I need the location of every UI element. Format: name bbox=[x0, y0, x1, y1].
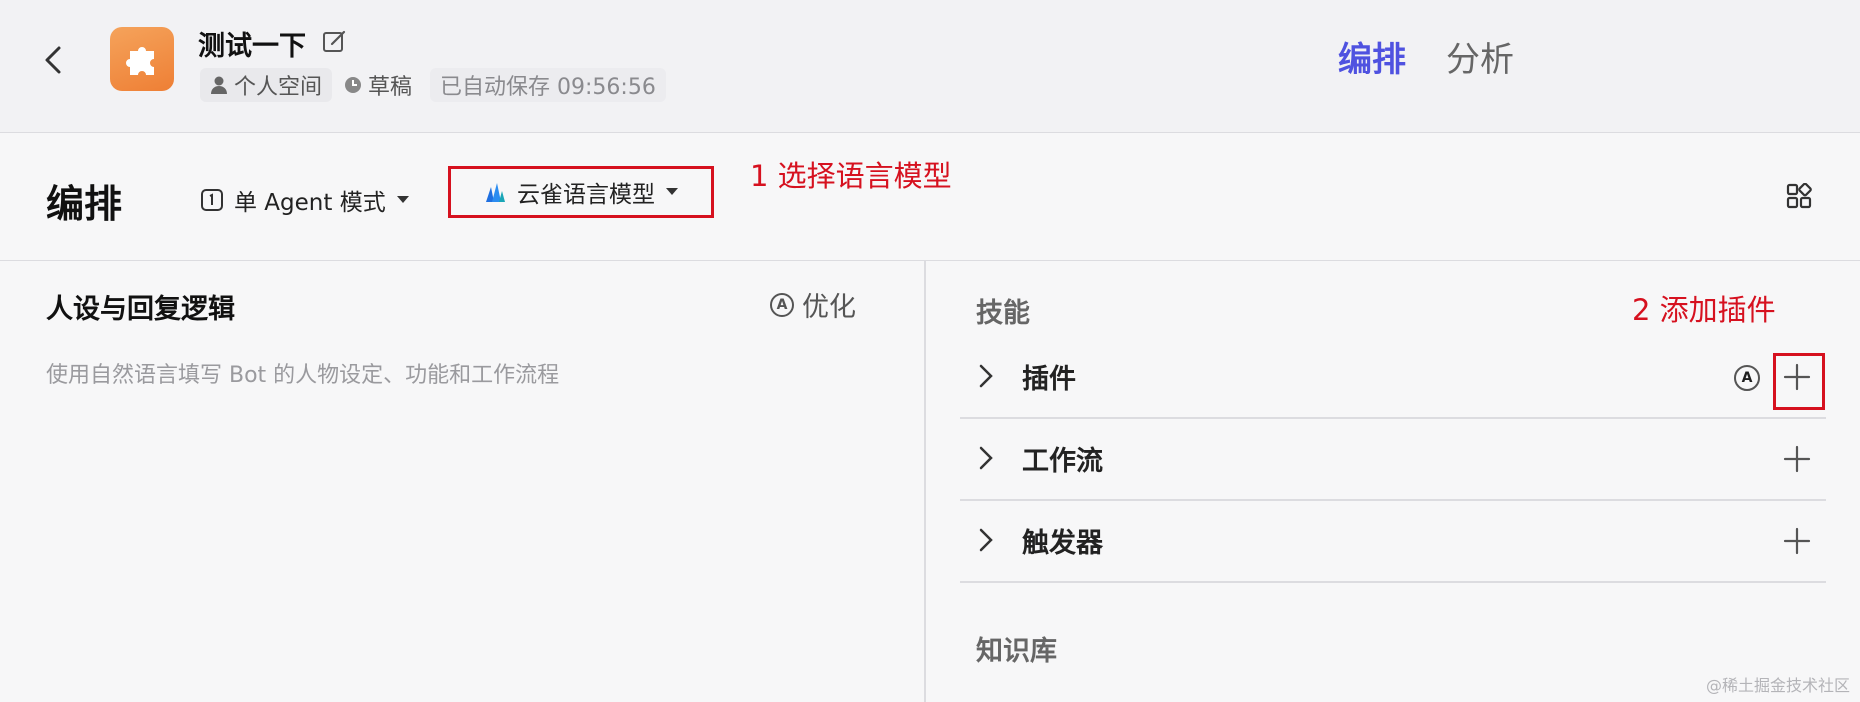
agent-mode-icon bbox=[201, 189, 223, 211]
auto-a-icon[interactable]: A bbox=[1734, 365, 1760, 391]
status-label: 草稿 bbox=[368, 75, 413, 100]
model-select[interactable]: 云雀语言模型 bbox=[448, 166, 714, 218]
app-avatar[interactable] bbox=[110, 27, 174, 91]
autosave-chip: 已自动保存 09:56:56 bbox=[430, 68, 666, 102]
space-label: 个人空间 bbox=[234, 75, 323, 100]
top-header: 测试一下 个人空间 草稿 已自动保存 09:56:56 编排 分析 bbox=[0, 0, 1860, 133]
plus-icon[interactable] bbox=[1778, 522, 1816, 560]
watermark: @稀土掘金技术社区 bbox=[1705, 676, 1850, 695]
chevron-right-icon[interactable] bbox=[976, 443, 996, 473]
skill-row-plugins[interactable]: 插件 A bbox=[960, 337, 1826, 419]
annotation-select-model: 1 选择语言模型 bbox=[750, 159, 952, 193]
user-icon bbox=[211, 76, 227, 94]
skill-row-workflow[interactable]: 工作流 bbox=[960, 419, 1826, 501]
chevron-right-icon[interactable] bbox=[976, 525, 996, 555]
auto-a-icon: A bbox=[770, 292, 794, 317]
caret-down-icon bbox=[666, 188, 678, 195]
plus-icon[interactable] bbox=[1778, 358, 1816, 396]
section-title: 编排 bbox=[46, 182, 123, 226]
skill-label-triggers: 触发器 bbox=[1022, 528, 1103, 559]
persona-title: 人设与回复逻辑 bbox=[46, 294, 235, 325]
puzzle-icon bbox=[126, 47, 154, 75]
space-chip: 个人空间 bbox=[200, 68, 333, 102]
skill-label-plugins: 插件 bbox=[1022, 364, 1076, 395]
skylark-logo-icon bbox=[486, 183, 505, 202]
edit-icon[interactable] bbox=[322, 29, 348, 55]
persona-input[interactable]: 使用自然语言填写 Bot 的人物设定、功能和工作流程 bbox=[46, 357, 559, 389]
optimize-button[interactable]: A 优化 bbox=[770, 285, 856, 324]
bot-title: 测试一下 bbox=[198, 31, 306, 62]
annotation-add-plugin: 2 添加插件 bbox=[1632, 293, 1776, 327]
model-label: 云雀语言模型 bbox=[517, 182, 655, 208]
caret-down-icon bbox=[396, 196, 409, 203]
grid-icon[interactable] bbox=[1786, 183, 1812, 209]
skill-row-triggers[interactable]: 触发器 bbox=[960, 501, 1826, 583]
top-tabs: 编排 分析 bbox=[1338, 32, 1514, 81]
status-chip: 草稿 bbox=[338, 68, 418, 102]
skills-heading: 技能 bbox=[976, 298, 1030, 329]
plus-icon[interactable] bbox=[1778, 440, 1816, 478]
tab-arrange[interactable]: 编排 bbox=[1338, 32, 1406, 81]
skills-pane: 技能 2 添加插件 插件 A 工作流 触发器 知识库 bbox=[928, 261, 1860, 702]
persona-pane: 人设与回复逻辑 A 优化 使用自然语言填写 Bot 的人物设定、功能和工作流程 bbox=[0, 261, 926, 702]
autosave-label: 已自动保存 09:56:56 bbox=[440, 75, 656, 100]
agent-mode-select[interactable]: 单 Agent 模式 bbox=[200, 183, 410, 217]
arrange-toolbar: 编排 单 Agent 模式 云雀语言模型 1 选择语言模型 bbox=[0, 133, 1860, 261]
skill-label-workflow: 工作流 bbox=[1022, 446, 1103, 477]
agent-mode-label: 单 Agent 模式 bbox=[234, 190, 386, 216]
knowledge-heading: 知识库 bbox=[976, 636, 1057, 667]
optimize-label: 优化 bbox=[802, 292, 856, 323]
clock-icon bbox=[345, 77, 362, 93]
bot-meta: 个人空间 草稿 已自动保存 09:56:56 bbox=[200, 68, 666, 102]
chevron-left-icon[interactable] bbox=[40, 40, 66, 80]
tab-analysis[interactable]: 分析 bbox=[1446, 32, 1514, 81]
chevron-right-icon[interactable] bbox=[976, 361, 996, 391]
